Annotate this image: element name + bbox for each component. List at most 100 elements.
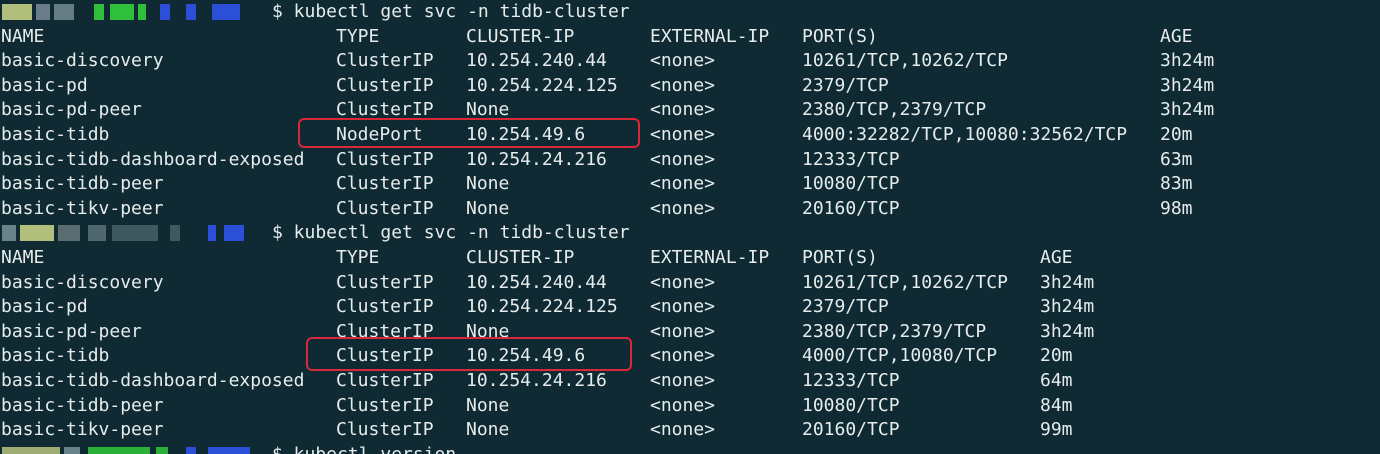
- cell-external-ip: <none>: [650, 173, 716, 195]
- cell-type: ClusterIP: [336, 50, 434, 72]
- cell-name: basic-discovery: [1, 50, 164, 72]
- cell-age: 20m: [1040, 345, 1073, 367]
- header-ports: PORT(S): [802, 25, 878, 47]
- cell-cluster-ip: 10.254.240.44: [466, 50, 607, 72]
- cell-ports: 4000/TCP,10080/TCP: [802, 345, 998, 367]
- cell-external-ip: <none>: [650, 197, 716, 219]
- cell-cluster-ip: 10.254.24.216: [466, 370, 607, 391]
- table-row: basic-pd ClusterIP 10.254.224.125 <none>…: [0, 295, 1380, 320]
- cell-cluster-ip: None: [466, 197, 510, 219]
- cell-cluster-ip: None: [466, 419, 510, 441]
- cell-type: ClusterIP: [336, 296, 434, 318]
- header-name: NAME: [1, 247, 45, 268]
- cell-type: ClusterIP: [336, 173, 434, 195]
- cell-age: 83m: [1160, 173, 1193, 195]
- prompt-line-2: $ kubectl get svc -n tidb-cluster: [0, 221, 1380, 246]
- cell-external-ip: <none>: [650, 296, 716, 318]
- cell-cluster-ip: 10.254.224.125: [466, 74, 618, 96]
- table-row: basic-pd ClusterIP 10.254.224.125 <none>…: [0, 74, 1380, 99]
- cell-name: basic-tidb-dashboard-exposed: [1, 370, 305, 391]
- prompt-line-1: $ kubectl get svc -n tidb-cluster: [0, 0, 1380, 25]
- table-row: basic-tidb-dashboard-exposed ClusterIP 1…: [0, 369, 1380, 394]
- header-external-ip: EXTERNAL-IP: [650, 25, 770, 47]
- cell-ports: 12333/TCP: [802, 370, 900, 391]
- table-row: basic-pd-peer ClusterIP None <none> 2380…: [0, 98, 1380, 123]
- cell-name: basic-tikv-peer: [1, 419, 164, 441]
- cell-ports: 10261/TCP,10262/TCP: [802, 271, 1008, 293]
- cell-ports: 4000:32282/TCP,10080:32562/TCP: [802, 124, 1128, 145]
- cell-ports: 2380/TCP,2379/TCP: [802, 320, 987, 342]
- redacted-prompt-host: [2, 4, 264, 20]
- table-row: basic-tikv-peer ClusterIP None <none> 20…: [0, 418, 1380, 443]
- cell-ports: 2379/TCP: [802, 74, 889, 96]
- cell-type: ClusterIP: [336, 370, 434, 391]
- cell-name: basic-tidb: [1, 124, 110, 145]
- cell-type: ClusterIP: [336, 271, 434, 293]
- header-ports: PORT(S): [802, 247, 878, 268]
- cell-ports: 20160/TCP: [802, 419, 900, 441]
- header-cluster-ip: CLUSTER-IP: [466, 25, 575, 47]
- cell-age: 99m: [1040, 419, 1073, 441]
- header-age: AGE: [1040, 247, 1073, 268]
- cell-type: ClusterIP: [336, 394, 434, 416]
- cell-ports: 10080/TCP: [802, 173, 900, 195]
- cell-external-ip: <none>: [650, 74, 716, 96]
- cell-age: 3h24m: [1160, 50, 1215, 72]
- header-cluster-ip: CLUSTER-IP: [466, 247, 575, 268]
- table-row: basic-tidb-peer ClusterIP None <none> 10…: [0, 172, 1380, 197]
- table-row: basic-discovery ClusterIP 10.254.240.44 …: [0, 271, 1380, 296]
- command-text: $ kubectl get svc -n tidb-cluster: [272, 1, 630, 22]
- cell-name: basic-tidb-peer: [1, 394, 164, 416]
- prompt-line-3: $ kubectl version: [0, 443, 1380, 454]
- cell-external-ip: <none>: [650, 345, 716, 367]
- cell-cluster-ip: 10.254.24.216: [466, 148, 607, 170]
- table-row: basic-tikv-peer ClusterIP None <none> 20…: [0, 197, 1380, 222]
- cell-external-ip: <none>: [650, 99, 716, 121]
- cell-cluster-ip: None: [466, 394, 510, 416]
- cell-age: 3h24m: [1040, 271, 1095, 293]
- table-header: NAME TYPE CLUSTER-IP EXTERNAL-IP PORT(S)…: [0, 25, 1380, 50]
- cell-external-ip: <none>: [650, 271, 716, 293]
- cell-cluster-ip: None: [466, 173, 510, 195]
- cell-type: ClusterIP: [336, 148, 434, 170]
- cell-cluster-ip: 10.254.240.44: [466, 271, 607, 293]
- header-age: AGE: [1160, 25, 1193, 47]
- header-external-ip: EXTERNAL-IP: [650, 247, 770, 268]
- cell-ports: 20160/TCP: [802, 197, 900, 219]
- cell-name: basic-pd: [1, 74, 88, 96]
- cell-age: 64m: [1040, 370, 1073, 391]
- cell-ports: 2379/TCP: [802, 296, 889, 318]
- cell-name: basic-discovery: [1, 271, 164, 293]
- cell-name: basic-pd-peer: [1, 320, 142, 342]
- table-row: basic-pd-peer ClusterIP None <none> 2380…: [0, 320, 1380, 345]
- cell-external-ip: <none>: [650, 394, 716, 416]
- header-type: TYPE: [336, 247, 380, 268]
- cell-age: 84m: [1040, 394, 1073, 416]
- redacted-prompt-host: [2, 446, 264, 454]
- cell-cluster-ip: 10.254.224.125: [466, 296, 618, 318]
- cell-name: basic-tidb: [1, 345, 110, 367]
- cell-name: basic-tikv-peer: [1, 197, 164, 219]
- cell-age: 3h24m: [1160, 74, 1215, 96]
- redacted-prompt-host: [2, 225, 264, 242]
- cell-age: 3h24m: [1040, 296, 1095, 318]
- cell-ports: 12333/TCP: [802, 148, 900, 170]
- cell-external-ip: <none>: [650, 148, 716, 170]
- header-name: NAME: [1, 25, 45, 47]
- terminal-window[interactable]: $ kubectl get svc -n tidb-cluster NAME T…: [0, 0, 1380, 454]
- cell-ports: 2380/TCP,2379/TCP: [802, 99, 987, 121]
- cell-external-ip: <none>: [650, 370, 716, 391]
- cell-ports: 10261/TCP,10262/TCP: [802, 50, 1008, 72]
- cell-age: 20m: [1160, 124, 1193, 145]
- highlight-box-clusterip: [306, 337, 632, 371]
- cell-age: 63m: [1160, 148, 1193, 170]
- cell-ports: 10080/TCP: [802, 394, 900, 416]
- cell-name: basic-tidb-dashboard-exposed: [1, 148, 305, 170]
- table-row: basic-discovery ClusterIP 10.254.240.44 …: [0, 49, 1380, 74]
- table-row: basic-tidb-peer ClusterIP None <none> 10…: [0, 394, 1380, 419]
- cell-type: ClusterIP: [336, 197, 434, 219]
- cell-external-ip: <none>: [650, 419, 716, 441]
- cell-type: ClusterIP: [336, 419, 434, 441]
- cell-external-ip: <none>: [650, 50, 716, 72]
- highlight-box-nodeport: [298, 118, 640, 148]
